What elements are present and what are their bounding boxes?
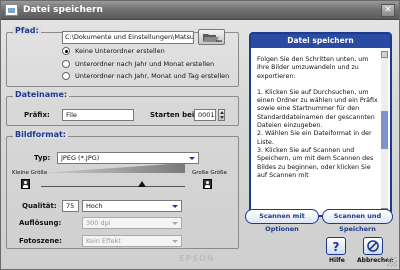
- help-scrollbar[interactable]: [381, 51, 388, 215]
- browse-button[interactable]: [198, 29, 225, 45]
- radio-label: Keine Unterordner erstellen: [75, 47, 165, 55]
- start-number-field[interactable]: 0001: [194, 109, 216, 121]
- chevron-down-icon: [172, 222, 178, 225]
- filename-group-title: Dateiname:: [13, 90, 70, 99]
- cancel-button[interactable]: [363, 237, 383, 255]
- image-format-group-title: Bildformat:: [13, 130, 68, 139]
- small-size-label: Kleine Größe: [12, 170, 48, 176]
- scan-and-save-button[interactable]: Scannen und Speichern: [322, 209, 393, 233]
- type-select[interactable]: JPEG (*.JPG): [57, 152, 199, 164]
- photo-scene-label: Fotoszene:: [19, 237, 62, 245]
- resize-grip[interactable]: [387, 257, 397, 267]
- type-label: Typ:: [34, 154, 51, 162]
- photo-scene-select[interactable]: Kein Effekt: [82, 235, 182, 247]
- large-size-label: Große Größe: [192, 170, 227, 176]
- quality-field[interactable]: 75: [62, 200, 79, 212]
- start-number-label: Starten bei:: [150, 111, 198, 119]
- chevron-down-icon: [172, 205, 178, 208]
- title-bar: Datei speichern ✕: [1, 1, 399, 20]
- radio-label: Unterordner nach Jahr, Monat und Tag ers…: [75, 72, 230, 80]
- quality-label: Qualität:: [22, 202, 57, 210]
- close-button[interactable]: ✕: [381, 4, 395, 17]
- epson-logo: EPSON: [179, 254, 215, 263]
- radio-year-month-day[interactable]: Unterordner nach Jahr, Monat und Tag ers…: [62, 72, 229, 80]
- help-panel: Datei speichern Folgen Sie den Schritten…: [249, 32, 392, 217]
- path-input[interactable]: C:\Dokumente und Einstellungen\Matsu: [62, 31, 194, 44]
- folder-open-icon: [203, 34, 222, 42]
- help-button[interactable]: ?: [326, 237, 346, 255]
- type-select-value: JPEG (*.JPG): [61, 154, 100, 162]
- radio-button[interactable]: [62, 72, 70, 80]
- radio-button[interactable]: [62, 60, 70, 68]
- scroll-thumb[interactable]: [381, 111, 388, 149]
- radio-button[interactable]: [62, 47, 70, 55]
- help-intro: Folgen Sie den Schritten unten, um Ihre …: [257, 56, 369, 80]
- quality-select[interactable]: Hoch: [82, 200, 182, 212]
- help-steps: 1. Klicken Sie auf Durchsuchen, um einen…: [257, 88, 378, 179]
- radio-year-month[interactable]: Unterordner nach Jahr und Monat erstelle…: [62, 60, 214, 68]
- scan-with-options-button[interactable]: Scannen mit Optionen: [245, 209, 319, 233]
- save-file-window: Datei speichern ✕ Pfad: C:\Dokumente und…: [0, 0, 400, 270]
- cancel-icon: [367, 240, 379, 252]
- resolution-label: Auflösung:: [19, 219, 62, 227]
- path-group-title: Pfad:: [13, 26, 41, 35]
- chevron-down-icon: [189, 157, 195, 160]
- help-text: Folgen Sie den Schritten unten, um Ihre …: [257, 56, 379, 206]
- radio-no-subfolder[interactable]: Keine Unterordner erstellen: [62, 47, 165, 55]
- person-icon: [21, 179, 30, 189]
- person-icon: [203, 179, 212, 189]
- prefix-label: Präfix:: [24, 111, 50, 119]
- help-panel-title: Datei speichern: [251, 34, 390, 48]
- app-icon: [5, 4, 18, 16]
- prefix-field[interactable]: File: [62, 109, 134, 121]
- question-mark-icon: ?: [333, 240, 340, 254]
- scroll-up-button[interactable]: [381, 51, 388, 58]
- resolution-select-value: 300 dpi: [86, 219, 111, 227]
- quality-select-value: Hoch: [86, 202, 103, 210]
- help-button-label: Hilfe: [329, 257, 345, 264]
- radio-label: Unterordner nach Jahr und Monat erstelle…: [75, 60, 215, 68]
- window-title: Datei speichern: [23, 5, 103, 15]
- resolution-select[interactable]: 300 dpi: [82, 217, 182, 229]
- photo-scene-select-value: Kein Effekt: [86, 237, 121, 245]
- chevron-down-icon: [172, 240, 178, 243]
- svg-text:?: ?: [333, 240, 340, 254]
- size-slider-track[interactable]: [41, 186, 185, 187]
- size-slider-thumb[interactable]: [137, 181, 146, 187]
- start-number-spinner[interactable]: [218, 109, 225, 121]
